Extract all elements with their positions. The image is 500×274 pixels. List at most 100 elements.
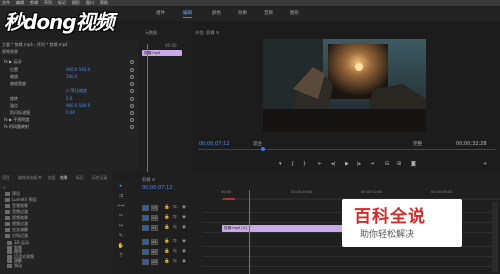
- lift-button[interactable]: ⊟: [385, 161, 389, 167]
- sync-icon[interactable]: ⇆: [173, 225, 177, 230]
- project-tab[interactable]: 历史记录: [92, 175, 107, 181]
- track-label[interactable]: A1: [151, 239, 158, 245]
- time-ruler[interactable]: 00;00 00;00;16;00 00;00;32;00 00;00;48;00: [221, 190, 500, 198]
- video-track-header[interactable]: V2 🔒 ⇆ ◉: [142, 214, 200, 222]
- track-label[interactable]: V2: [151, 215, 158, 221]
- workspace-tab[interactable]: 音频: [264, 10, 273, 16]
- source-patch-button[interactable]: [142, 249, 149, 255]
- effect-property-row[interactable]: 缩放 100.0: [0, 74, 138, 80]
- program-timecode[interactable]: 00;00;07;12: [199, 141, 230, 147]
- workspace-tab[interactable]: 效果: [238, 10, 247, 16]
- keyframe-reset-icon[interactable]: [130, 97, 134, 101]
- ripple-edit-tool-icon[interactable]: ⟺: [117, 202, 125, 210]
- keyframe-reset-icon[interactable]: [130, 89, 134, 93]
- keyframe-reset-icon[interactable]: [130, 125, 134, 129]
- menu-item[interactable]: 编辑: [16, 0, 24, 5]
- project-tab[interactable]: 库: [38, 175, 42, 181]
- razor-tool-icon[interactable]: ✂: [117, 212, 125, 220]
- effect-property-row[interactable]: 位置 960.0 540.0: [0, 67, 138, 73]
- mark-out-button[interactable]: }: [303, 161, 306, 167]
- effect-property-row[interactable]: fx ▶ 不透明度: [0, 117, 138, 123]
- lock-icon[interactable]: 🔒: [164, 225, 170, 230]
- effect-property-row[interactable]: fx 时间重映射: [0, 124, 138, 130]
- eye-icon[interactable]: ◉: [182, 225, 186, 230]
- property-value[interactable]: 0.00: [66, 110, 75, 116]
- type-tool-icon[interactable]: T: [117, 252, 125, 260]
- source-patch-button[interactable]: [142, 239, 149, 245]
- timeline-clip[interactable]: 剪辑.mp4 [V]: [222, 225, 342, 232]
- source-patch-button[interactable]: [142, 225, 149, 231]
- keyframe-reset-icon[interactable]: [130, 111, 134, 115]
- project-tab[interactable]: 信息: [48, 175, 56, 181]
- source-patch-button[interactable]: [142, 259, 149, 265]
- go-to-in-button[interactable]: ⇤: [318, 161, 322, 167]
- audio-track-header[interactable]: A1 🔒 ⇆ ◉: [142, 238, 200, 246]
- lock-icon[interactable]: 🔒: [164, 215, 170, 220]
- project-tab[interactable]: 项目: [2, 175, 10, 181]
- mute-icon[interactable]: ◉: [182, 249, 186, 254]
- timeline-tab[interactable]: 剪辑 ≡: [142, 177, 155, 183]
- effect-property-row[interactable]: 锚点 960.0 540.0: [0, 103, 138, 109]
- mark-in-button[interactable]: {: [291, 161, 294, 167]
- hand-tool-icon[interactable]: ✋: [117, 242, 125, 250]
- track-label[interactable]: V3: [151, 205, 158, 211]
- effect-property-row[interactable]: 防闪烁滤镜 0.00: [0, 110, 138, 116]
- mini-clip[interactable]: 剪辑.mp4: [142, 50, 182, 56]
- go-to-out-button[interactable]: ⇥: [370, 161, 374, 167]
- track-label[interactable]: A3: [151, 259, 158, 265]
- step-back-button[interactable]: ◂|: [331, 161, 335, 167]
- sync-icon[interactable]: ⇆: [173, 249, 177, 254]
- effect-property-row[interactable]: 缩放宽度: [0, 81, 138, 87]
- property-value[interactable]: 960.0 540.0: [66, 103, 90, 109]
- mute-icon[interactable]: ◉: [182, 259, 186, 264]
- property-value[interactable]: 0.0: [66, 96, 72, 102]
- button-editor-button[interactable]: +: [483, 161, 487, 167]
- mini-playhead[interactable]: [147, 44, 148, 172]
- workspace-tab[interactable]: 编辑: [183, 10, 192, 18]
- sync-icon[interactable]: ⇆: [173, 215, 177, 220]
- in-out-range[interactable]: [223, 198, 235, 200]
- selection-tool-icon[interactable]: ▸: [117, 182, 125, 190]
- property-value[interactable]: 960.0 540.0: [66, 67, 90, 73]
- menu-item[interactable]: 图形: [72, 0, 80, 5]
- effect-property-row[interactable]: fx ▶ 运动: [0, 59, 138, 65]
- menu-item[interactable]: 剪辑: [30, 0, 38, 5]
- export-frame-button[interactable]: ◙: [411, 161, 416, 167]
- keyframe-reset-icon[interactable]: [130, 75, 134, 79]
- program-scrubber[interactable]: [198, 149, 496, 150]
- fit-dropdown[interactable]: 适合: [253, 141, 262, 147]
- keyframe-reset-icon[interactable]: [130, 82, 134, 86]
- audio-track-header[interactable]: A3 🔒 ⇆ ◉: [142, 258, 200, 266]
- workspace-tab[interactable]: 颜色: [212, 10, 221, 16]
- step-forward-button[interactable]: |▸: [357, 161, 361, 167]
- keyframe-reset-icon[interactable]: [130, 104, 134, 108]
- track-label[interactable]: A2: [151, 249, 158, 255]
- sync-icon[interactable]: ⇆: [173, 259, 177, 264]
- resolution-dropdown[interactable]: 完整: [413, 141, 422, 147]
- project-tab[interactable]: 标记: [76, 175, 84, 181]
- effect-property-row[interactable]: ☑ 等比缩放: [0, 88, 138, 94]
- program-playhead[interactable]: [261, 147, 265, 151]
- lock-icon[interactable]: 🔒: [164, 205, 170, 210]
- lock-icon[interactable]: 🔒: [164, 259, 170, 264]
- mute-icon[interactable]: ◉: [182, 239, 186, 244]
- lock-icon[interactable]: 🔒: [164, 249, 170, 254]
- slip-tool-icon[interactable]: ↔: [117, 222, 125, 230]
- effect-property-row[interactable]: 旋转 0.0: [0, 96, 138, 102]
- keyframe-reset-icon[interactable]: [130, 118, 134, 122]
- menu-item[interactable]: 序列: [44, 0, 52, 5]
- keyframe-reset-icon[interactable]: [130, 68, 134, 72]
- property-value[interactable]: 100.0: [66, 74, 77, 80]
- menu-item[interactable]: 标记: [58, 0, 66, 5]
- sync-icon[interactable]: ⇆: [173, 239, 177, 244]
- program-tab[interactable]: 节目: 剪辑 ≡: [195, 30, 219, 36]
- menu-item[interactable]: 文件: [2, 0, 10, 5]
- project-tab[interactable]: 效果: [60, 175, 68, 181]
- timeline-playhead[interactable]: [249, 190, 250, 274]
- property-value[interactable]: ☑ 等比缩放: [66, 88, 87, 94]
- workspace-tab[interactable]: 图形: [290, 10, 299, 16]
- keyframe-reset-icon[interactable]: [130, 60, 134, 64]
- timeline-timecode[interactable]: 00;00;07;12: [142, 185, 173, 191]
- play-button[interactable]: ▶: [345, 161, 349, 167]
- effects-tree-item[interactable]: 白场过渡: [0, 233, 113, 239]
